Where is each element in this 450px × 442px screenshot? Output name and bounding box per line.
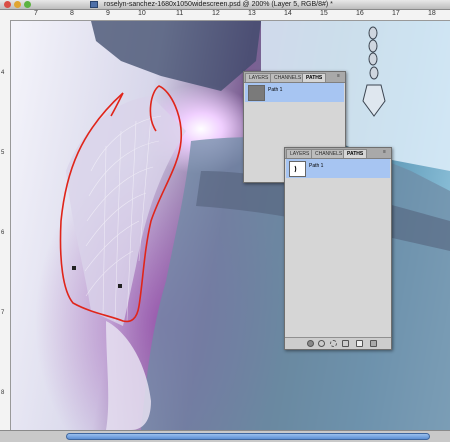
path-name: Path 1	[309, 163, 324, 169]
ruler-label: 8	[70, 10, 74, 17]
ruler-label: 6	[1, 230, 5, 236]
ruler-label: 7	[34, 10, 38, 17]
stroke-path-icon[interactable]	[318, 340, 325, 347]
tab-layers[interactable]: LAYERS	[286, 149, 314, 158]
path-name: Path 1	[268, 87, 283, 93]
ruler-label: 13	[248, 10, 256, 17]
anchor-point[interactable]	[72, 266, 76, 270]
path-row[interactable]: Path 1	[286, 159, 390, 178]
ruler-label: 9	[106, 10, 110, 17]
panel-tabs: LAYERS CHANNELS PATHS ≡	[285, 148, 391, 159]
panel-footer	[285, 337, 391, 349]
new-path-icon[interactable]	[356, 340, 363, 347]
window-title: roselyn-sanchez-1680x1050widescreen.psd …	[104, 1, 333, 8]
ruler-label: 17	[392, 10, 400, 17]
ruler-label: 14	[284, 10, 292, 17]
path-thumbnail-icon	[289, 161, 306, 177]
tab-paths[interactable]: PATHS	[302, 73, 327, 82]
close-icon[interactable]	[4, 1, 11, 8]
path-thumbnail-icon	[248, 85, 265, 101]
tab-channels[interactable]: CHANNELS	[270, 73, 306, 82]
panel-tabs: LAYERS CHANNELS PATHS ≡	[244, 72, 345, 83]
ruler-label: 16	[356, 10, 364, 17]
minimize-icon[interactable]	[14, 1, 21, 8]
ruler-label: 7	[1, 310, 5, 316]
document-icon	[90, 1, 98, 8]
vertical-ruler[interactable]: 4 5 6 7 8	[0, 10, 11, 430]
zoom-icon[interactable]	[24, 1, 31, 8]
fill-path-icon[interactable]	[307, 340, 314, 347]
make-path-icon[interactable]	[342, 340, 349, 347]
ruler-label: 12	[212, 10, 220, 17]
ruler-label: 8	[1, 390, 5, 396]
horizontal-ruler[interactable]: 7 8 9 10 11 12 13 14 15 16 17 18	[10, 10, 450, 21]
path-row[interactable]: Path 1	[245, 83, 344, 102]
delete-path-icon[interactable]	[370, 340, 377, 347]
ruler-label: 10	[138, 10, 146, 17]
ruler-label: 18	[428, 10, 436, 17]
horizontal-scrollbar[interactable]	[66, 433, 430, 440]
tab-paths[interactable]: PATHS	[343, 149, 368, 158]
panel-menu-icon[interactable]: ≡	[337, 74, 343, 79]
paths-panel-front[interactable]: LAYERS CHANNELS PATHS ≡ Path 1	[284, 147, 392, 350]
anchor-point[interactable]	[118, 284, 122, 288]
load-selection-icon[interactable]	[330, 340, 337, 347]
window-titlebar: roselyn-sanchez-1680x1050widescreen.psd …	[0, 0, 450, 10]
ruler-label: 15	[320, 10, 328, 17]
tab-layers[interactable]: LAYERS	[245, 73, 273, 82]
panel-menu-icon[interactable]: ≡	[383, 150, 389, 155]
ruler-label: 11	[176, 10, 184, 17]
tab-channels[interactable]: CHANNELS	[311, 149, 347, 158]
ruler-label: 4	[1, 70, 5, 76]
ruler-label: 5	[1, 150, 5, 156]
status-bar	[0, 430, 450, 442]
